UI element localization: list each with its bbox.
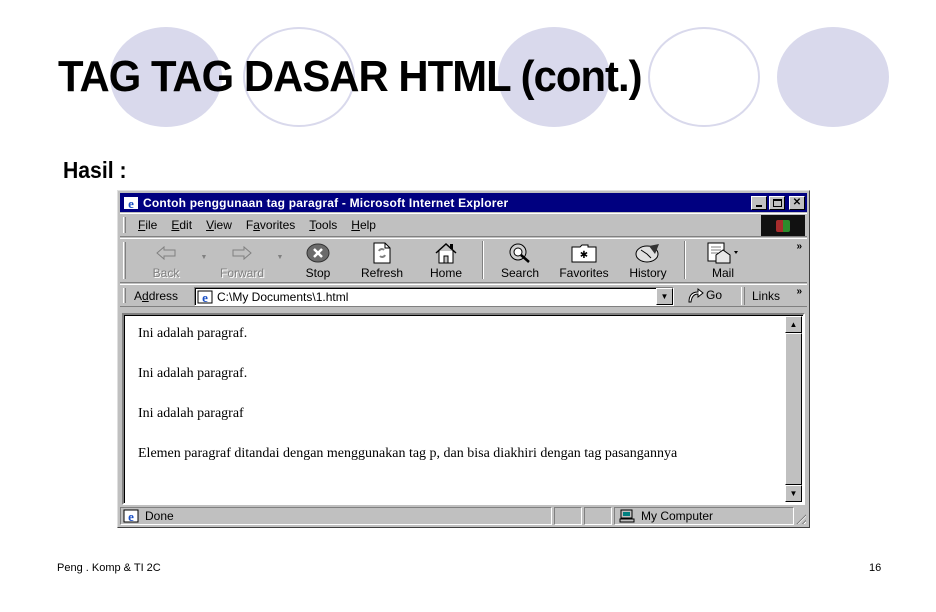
- address-label: Address: [134, 289, 179, 303]
- resize-grip[interactable]: [796, 507, 807, 525]
- page-number: 16: [869, 562, 882, 574]
- svg-text:e: e: [128, 196, 134, 210]
- svg-text:e: e: [128, 509, 134, 523]
- slide-subtitle: Hasil :: [63, 157, 127, 183]
- search-icon: [509, 243, 530, 263]
- status-text-panel: e Done: [120, 507, 552, 525]
- menu-file[interactable]: File: [138, 218, 157, 232]
- maximize-button[interactable]: [769, 195, 785, 210]
- standard-toolbar: Back ▼ Forward ▼ Stop Refresh Home Searc…: [120, 238, 807, 283]
- slide-title: TAG TAG DASAR HTML (cont.): [58, 52, 643, 101]
- status-ie-icon: e: [123, 509, 139, 523]
- minimize-icon: [756, 204, 762, 207]
- back-dropdown[interactable]: ▼: [198, 241, 210, 281]
- page-ie-icon: e: [197, 290, 213, 304]
- paragraph: Ini adalah paragraf.: [138, 366, 248, 381]
- mail-icon: [707, 242, 738, 264]
- decor-circle: [777, 27, 889, 127]
- search-button[interactable]: Search: [488, 241, 552, 281]
- status-bar: e Done My Computer: [120, 507, 807, 525]
- zone-text: My Computer: [641, 509, 714, 523]
- vertical-scrollbar[interactable]: ▲ ▼: [785, 316, 802, 502]
- page-content: Ini adalah paragraf. Ini adalah paragraf…: [122, 313, 805, 505]
- history-button[interactable]: History: [616, 241, 680, 281]
- window-title: Contoh penggunaan tag paragraf - Microso…: [143, 195, 509, 210]
- address-field[interactable]: e ▼: [194, 287, 674, 306]
- history-icon: [635, 244, 659, 263]
- go-button[interactable]: Go: [686, 287, 722, 303]
- scroll-up-button[interactable]: ▲: [785, 316, 802, 333]
- menu-bar: File Edit View Favorites Tools Help: [120, 213, 807, 237]
- decor-circle-outline: [648, 27, 760, 127]
- home-button[interactable]: Home: [414, 241, 478, 281]
- close-icon: ✕: [792, 196, 802, 208]
- ie-icon: e: [124, 196, 138, 210]
- toolbar-grip[interactable]: [123, 242, 126, 279]
- forward-arrow-icon: [232, 245, 252, 261]
- status-panel: [584, 507, 612, 525]
- toolbar-grip[interactable]: [123, 288, 126, 303]
- paragraph: Elemen paragraf ditandai dengan mengguna…: [138, 446, 678, 461]
- back-arrow-icon: [156, 245, 176, 261]
- scroll-thumb[interactable]: [785, 333, 802, 485]
- address-dropdown-button[interactable]: ▼: [656, 288, 673, 305]
- arrow-down-icon: ▼: [789, 489, 798, 498]
- mail-button[interactable]: Mail: [690, 241, 756, 281]
- my-computer-icon: [619, 509, 635, 523]
- links-grip[interactable]: [741, 287, 745, 305]
- paragraph: Ini adalah paragraf: [138, 406, 244, 421]
- refresh-icon: [373, 242, 391, 264]
- links-more-chevron[interactable]: »: [796, 286, 802, 297]
- chevron-down-icon: ▼: [660, 292, 669, 301]
- back-button[interactable]: Back: [134, 241, 198, 281]
- toolbar-separator: [482, 241, 484, 279]
- home-icon: [435, 242, 457, 264]
- browser-window: e Contoh penggunaan tag paragraf - Micro…: [117, 190, 810, 528]
- paragraph: Ini adalah paragraf.: [138, 326, 248, 341]
- stop-icon: [306, 243, 330, 263]
- refresh-button[interactable]: Refresh: [350, 241, 414, 281]
- title-bar: e Contoh penggunaan tag paragraf - Micro…: [120, 193, 807, 212]
- windows-logo: [761, 215, 805, 236]
- links-button[interactable]: Links: [752, 289, 780, 303]
- status-panel: [554, 507, 582, 525]
- maximize-icon: [772, 198, 782, 207]
- security-zone-panel: My Computer: [614, 507, 794, 525]
- minimize-button[interactable]: [751, 195, 767, 210]
- windows-flag-icon: [776, 219, 790, 232]
- toolbar-grip[interactable]: [123, 217, 126, 233]
- menu-help[interactable]: Help: [351, 218, 376, 232]
- favorites-button[interactable]: ✱ Favorites: [552, 241, 616, 281]
- stop-button[interactable]: Stop: [286, 241, 350, 281]
- scroll-down-button[interactable]: ▼: [785, 485, 802, 502]
- menu-tools[interactable]: Tools: [309, 218, 337, 232]
- footer-text: Peng . Komp & TI 2C: [57, 562, 161, 574]
- favorites-folder-icon: ✱: [571, 244, 597, 263]
- address-bar: Address e ▼ Go Links »: [120, 284, 807, 307]
- menu-view[interactable]: View: [206, 218, 232, 232]
- arrow-up-icon: ▲: [789, 320, 798, 329]
- page-body: Ini adalah paragraf. Ini adalah paragraf…: [138, 325, 773, 463]
- menu-edit[interactable]: Edit: [171, 218, 192, 232]
- toolbar-separator: [684, 241, 686, 279]
- forward-dropdown[interactable]: ▼: [274, 241, 286, 281]
- menu-favorites[interactable]: Favorites: [246, 218, 295, 232]
- status-text: Done: [145, 509, 174, 523]
- address-input[interactable]: [217, 289, 656, 304]
- svg-text:e: e: [202, 290, 208, 304]
- toolbar-more-chevron[interactable]: »: [796, 241, 802, 252]
- go-arrow-icon: [688, 287, 704, 303]
- forward-button[interactable]: Forward: [210, 241, 274, 281]
- close-button[interactable]: ✕: [789, 195, 805, 210]
- svg-text:✱: ✱: [580, 250, 588, 261]
